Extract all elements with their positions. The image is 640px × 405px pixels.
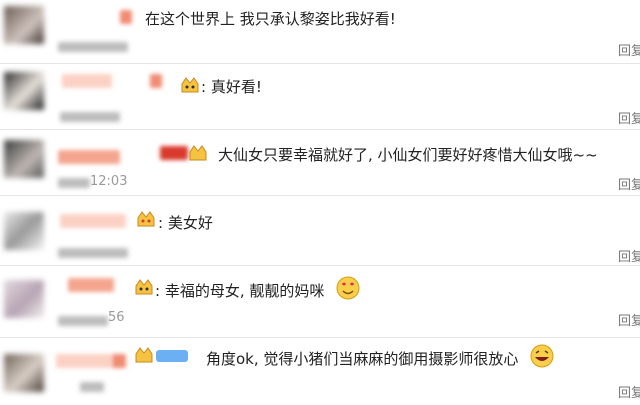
timestamp: [58, 42, 128, 52]
laughing-emoji-icon: [530, 344, 554, 368]
avatar[interactable]: [4, 212, 44, 250]
level-badge: [156, 350, 188, 362]
timestamp-blur: [58, 178, 90, 188]
username-badge: [150, 74, 162, 88]
comment-row: : 真好看! 回复: [0, 64, 640, 130]
crown-emoji-icon: [135, 279, 153, 295]
crown-emoji-icon: [189, 145, 207, 161]
username[interactable]: [120, 10, 132, 24]
reply-button[interactable]: 回复: [618, 108, 640, 127]
username[interactable]: [56, 354, 112, 368]
crown-emoji-icon: [137, 211, 155, 227]
avatar[interactable]: [4, 72, 44, 110]
timestamp: [58, 248, 128, 258]
username[interactable]: [68, 278, 114, 292]
username[interactable]: [58, 150, 120, 164]
comment-row: : 美女好 回复: [0, 196, 640, 266]
comment-text: 角度ok, 觉得小猪们当麻麻的御用摄影师很放心: [206, 350, 519, 368]
comment-text: 在这个世界上 我只承认黎姿比我好看!: [145, 10, 396, 28]
reply-button[interactable]: 回复: [618, 246, 640, 265]
avatar[interactable]: [4, 280, 44, 318]
username-badge: [160, 146, 188, 160]
avatar[interactable]: [4, 6, 44, 44]
timestamp: [80, 382, 104, 392]
comment-text: : 美女好: [158, 214, 213, 232]
timestamp: [60, 112, 120, 122]
crown-emoji-icon: [135, 347, 153, 363]
comment-row: 大仙女只要幸福就好了, 小仙女们要好好疼惜大仙女哦~~ 12:03 回复: [0, 130, 640, 196]
love-eyes-emoji-icon: [336, 276, 360, 300]
comment-row: 在这个世界上 我只承认黎姿比我好看! 回复: [0, 0, 640, 64]
comment-row: : 幸福的母女, 靓靓的妈咪 56 回复: [0, 266, 640, 338]
reply-button[interactable]: 回复: [618, 310, 640, 329]
reply-button[interactable]: 回复: [618, 382, 640, 401]
comment-text: : 真好看!: [201, 78, 262, 96]
username-badge: [112, 354, 126, 368]
reply-button[interactable]: 回复: [618, 174, 640, 193]
timestamp: 56: [108, 310, 125, 325]
comment-text: 大仙女只要幸福就好了, 小仙女们要好好疼惜大仙女哦~~: [218, 146, 598, 164]
crown-emoji-icon: [181, 77, 199, 93]
avatar[interactable]: [4, 354, 44, 392]
avatar[interactable]: [4, 140, 44, 178]
username[interactable]: [60, 214, 126, 228]
timestamp-blur: [58, 316, 108, 326]
reply-button[interactable]: 回复: [618, 40, 640, 59]
comment-feed: 在这个世界上 我只承认黎姿比我好看! 回复 : 真好看! 回复 大仙女只要幸福就…: [0, 0, 640, 405]
username[interactable]: [62, 74, 112, 88]
comment-row: 角度ok, 觉得小猪们当麻麻的御用摄影师很放心 回复: [0, 338, 640, 405]
timestamp: 12:03: [90, 174, 128, 189]
comment-text: : 幸福的母女, 靓靓的妈咪: [155, 282, 325, 300]
